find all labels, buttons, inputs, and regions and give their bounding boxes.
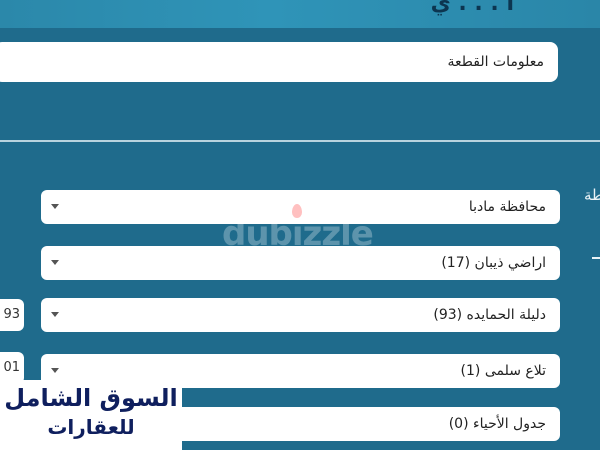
chevron-down-icon — [51, 368, 59, 373]
neighborhood-value: جدول الأحياء (0) — [448, 416, 546, 432]
chevron-down-icon — [51, 260, 59, 265]
governorate-value: محافظة مادبا — [468, 199, 546, 215]
basin-number-value: 01 — [3, 360, 20, 375]
logo-line-1: السوق الشامل — [4, 384, 178, 412]
page-title: أ . . . ي — [430, 0, 514, 16]
section-divider — [0, 140, 600, 142]
village-number-input[interactable]: 93 — [0, 299, 24, 331]
basin-value: تلاع سلمى (1) — [460, 363, 546, 379]
field-label: طة — [584, 186, 600, 204]
top-header-strip: أ . . . ي — [0, 0, 600, 28]
plot-info-field[interactable]: معلومات القطعة — [0, 42, 558, 82]
chevron-down-icon — [51, 204, 59, 209]
label-tick — [592, 257, 600, 259]
land-directorate-value: اراضي ذيبان (17) — [441, 255, 546, 271]
village-number-value: 93 — [3, 307, 20, 322]
company-logo: السوق الشامل للعقارات — [0, 380, 182, 450]
village-select[interactable]: دليلة الحمايده (93) — [41, 298, 560, 332]
logo-line-2: للعقارات — [47, 415, 135, 439]
village-value: دليلة الحمايده (93) — [433, 307, 546, 323]
chevron-down-icon — [51, 312, 59, 317]
watermark: dubizzle — [222, 214, 374, 254]
